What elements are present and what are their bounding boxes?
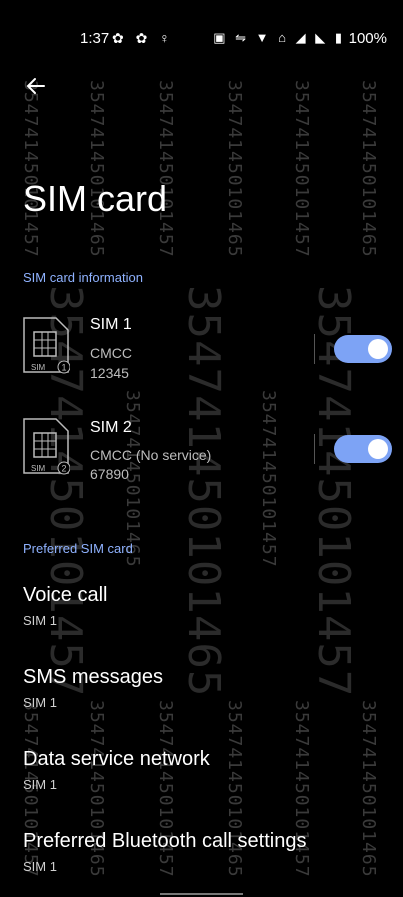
toggle-knob	[368, 339, 388, 359]
sim-slot-number: 1	[62, 363, 67, 373]
divider	[314, 334, 315, 364]
page-title: SIM card	[23, 178, 168, 219]
home-indicator[interactable]	[160, 893, 243, 895]
back-button[interactable]	[22, 72, 50, 100]
notification-icons: ✿ ✿ ♀	[112, 30, 174, 46]
arrow-left-icon	[26, 78, 45, 94]
system-status-icons: ▣ ⇋ ▼ ⌂ ◢ ◣ ▮	[213, 30, 345, 45]
sim-carrier: CMCC	[90, 345, 132, 361]
watermark-text: 354741450101457	[291, 80, 312, 258]
sim-name: SIM 1	[90, 316, 132, 333]
preferred-sms-messages[interactable]: SMS messages SIM 1	[23, 666, 163, 710]
sim-2-toggle[interactable]	[334, 435, 392, 463]
status-bar: 1:37 ✿ ✿ ♀ ▣ ⇋ ▼ ⌂ ◢ ◣ ▮ 100%	[0, 0, 403, 78]
section-header-preferred-sim: Preferred SIM card	[23, 541, 133, 556]
watermark-text: 354741450101465	[224, 80, 245, 258]
setting-label: Data service network	[23, 748, 210, 770]
watermark-text: 354741450101465	[358, 80, 379, 258]
sim-row-2[interactable]: SIM 2 SIM 2 CMCC (No service) 67890	[0, 415, 403, 499]
sim-row-1[interactable]: SIM 1 SIM 1 CMCC 12345	[0, 312, 403, 396]
watermark-text: 354741450101457	[155, 80, 176, 258]
watermark-text: 354741450101457	[20, 80, 41, 258]
toggle-knob	[368, 439, 388, 459]
setting-label: SMS messages	[23, 666, 164, 688]
section-header-sim-info: SIM card information	[23, 270, 143, 285]
sim-number: 12345	[90, 365, 129, 381]
setting-value: SIM 1	[23, 777, 57, 792]
setting-value: SIM 1	[23, 859, 57, 874]
battery-level: 100%	[348, 30, 387, 47]
svg-text:SIM: SIM	[31, 363, 46, 372]
preferred-bluetooth-call-settings[interactable]: Preferred Bluetooth call settings SIM 1	[23, 830, 307, 874]
sim-number: 67890	[90, 466, 129, 482]
setting-value: SIM 1	[23, 695, 57, 710]
sim-slot-number: 2	[62, 464, 67, 474]
sim-card-icon: SIM 1	[23, 317, 70, 374]
setting-label: Preferred Bluetooth call settings	[23, 830, 307, 852]
sim-name: SIM 2	[90, 419, 132, 436]
setting-value: SIM 1	[23, 613, 57, 628]
watermark-text: 354741450101465	[86, 80, 107, 258]
preferred-voice-call[interactable]: Voice call SIM 1	[23, 584, 108, 628]
status-time: 1:37	[80, 30, 110, 47]
sim-1-toggle[interactable]	[334, 335, 392, 363]
divider	[314, 434, 315, 464]
sim-card-icon: SIM 2	[23, 418, 70, 475]
watermark-text: 354741450101465	[358, 700, 379, 878]
setting-label: Voice call	[23, 584, 108, 606]
svg-text:SIM: SIM	[31, 464, 46, 473]
preferred-data-service-network[interactable]: Data service network SIM 1	[23, 748, 210, 792]
sim-carrier: CMCC (No service)	[90, 447, 212, 463]
